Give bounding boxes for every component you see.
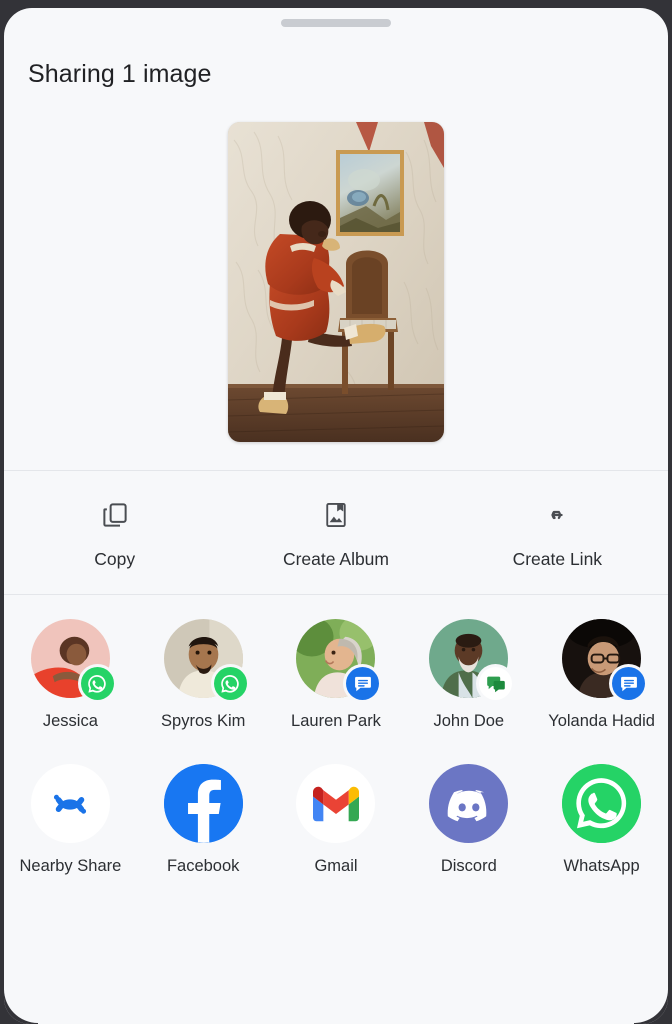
action-label: Copy <box>94 549 136 569</box>
action-label: Create Album <box>282 549 389 569</box>
avatar <box>30 619 114 700</box>
avatar <box>296 619 380 700</box>
quick-actions-row: Copy Create Album Create Link <box>4 471 668 594</box>
device-frame: Sharing 1 image Copy Create Album Create… <box>0 0 672 1024</box>
nearby-share-icon <box>30 764 110 844</box>
app-name: WhatsApp <box>563 857 640 876</box>
app-name: Nearby Share <box>19 857 122 876</box>
album-icon <box>319 498 353 532</box>
contact-yolanda-hadid[interactable]: Yolanda Hadid <box>535 619 668 748</box>
whatsapp-badge <box>213 667 247 700</box>
app-name: Discord <box>440 857 497 876</box>
share-targets: Jessica Spyros Kim Lauren Park John Doe … <box>4 595 668 893</box>
contact-name: Spyros Kim <box>161 712 246 730</box>
contact-name: John Doe <box>433 712 505 730</box>
device-corner-bottom-right <box>634 989 668 1024</box>
preview-area <box>4 89 668 470</box>
avatar <box>429 619 513 700</box>
contact-spyros-kim[interactable]: Spyros Kim <box>137 619 270 748</box>
drag-handle-area[interactable] <box>4 8 668 38</box>
contact-name: Lauren Park <box>291 712 381 730</box>
app-facebook[interactable]: Facebook <box>137 764 270 893</box>
contact-jessica[interactable]: Jessica <box>4 619 137 748</box>
contact-name: Jessica <box>42 712 98 730</box>
app-discord[interactable]: Discord <box>402 764 535 893</box>
app-gmail[interactable]: Gmail <box>270 764 403 893</box>
gmail-icon <box>296 764 376 844</box>
app-name: Facebook <box>166 857 240 876</box>
action-create-link[interactable]: Create Link <box>447 498 668 570</box>
whatsapp-icon <box>562 764 642 844</box>
action-label: Create Link <box>512 549 603 569</box>
copy-icon <box>98 498 132 532</box>
link-icon <box>540 498 574 532</box>
facebook-icon <box>163 764 243 844</box>
contact-name: Yolanda Hadid <box>548 712 655 730</box>
messages-badge <box>346 667 380 700</box>
avatar <box>163 619 247 700</box>
action-create-album[interactable]: Create Album <box>225 498 446 570</box>
avatar <box>562 619 646 700</box>
app-nearby-share[interactable]: Nearby Share <box>4 764 137 893</box>
sms-badge <box>479 667 513 700</box>
contact-lauren-park[interactable]: Lauren Park <box>270 619 403 748</box>
shared-image-artwork <box>228 122 444 442</box>
device-corner-bottom-left <box>4 989 38 1024</box>
messages-badge <box>612 667 646 700</box>
page-title: Sharing 1 image <box>28 60 212 88</box>
apps-row: Nearby Share Facebook Gmail Discord What… <box>4 764 668 893</box>
share-sheet: Sharing 1 image Copy Create Album Create… <box>4 8 668 1024</box>
contact-john-doe[interactable]: John Doe <box>402 619 535 748</box>
drag-handle[interactable] <box>281 19 391 27</box>
whatsapp-badge <box>80 667 114 700</box>
app-whatsapp[interactable]: WhatsApp <box>535 764 668 893</box>
discord-icon <box>429 764 509 844</box>
action-copy[interactable]: Copy <box>4 498 225 570</box>
shared-image-thumbnail[interactable] <box>228 122 444 442</box>
contacts-row: Jessica Spyros Kim Lauren Park John Doe … <box>4 619 668 748</box>
app-name: Gmail <box>314 857 358 876</box>
